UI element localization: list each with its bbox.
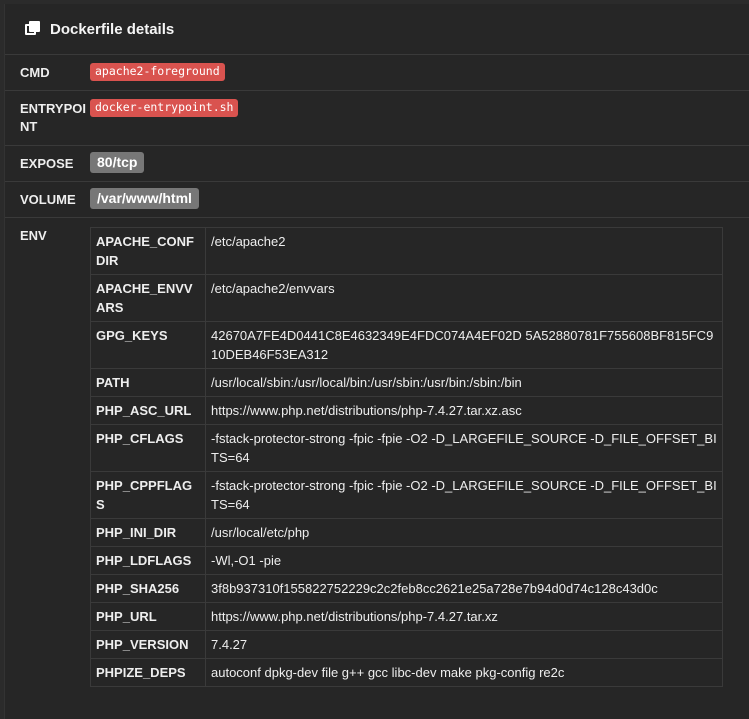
entrypoint-value: docker-entrypoint.sh	[90, 99, 239, 117]
env-row-item: PHP_ASC_URL https://www.php.net/distribut…	[90, 396, 723, 425]
env-row-item: PHP_VERSION 7.4.27	[90, 630, 723, 659]
env-var-value: -Wl,-O1 -pie	[205, 546, 723, 575]
env-row: ENV APACHE_CONFDIR/etc/apache2 APACHE_ENV…	[5, 218, 749, 687]
entrypoint-row: ENTRYPOINT docker-entrypoint.sh	[5, 91, 749, 146]
env-var-name: PHP_CPPFLAGS	[90, 471, 206, 519]
env-row-item: GPG_KEYS 42670A7FE4D0441C8E4632349E4FDC07…	[90, 321, 723, 369]
env-var-name: GPG_KEYS	[90, 321, 206, 369]
env-row-item: APACHE_CONFDIR/etc/apache2	[90, 227, 723, 275]
env-var-value: autoconf dpkg-dev file g++ gcc libc-dev …	[205, 658, 723, 687]
env-var-value: -fstack-protector-strong -fpic -fpie -O2…	[205, 471, 723, 519]
volume-label: VOLUME	[20, 192, 76, 207]
cmd-label: CMD	[20, 65, 50, 80]
env-var-value: /etc/apache2/envvars	[205, 274, 723, 322]
env-var-name: PHP_ASC_URL	[90, 396, 206, 425]
env-var-value: 3f8b937310f155822752229c2c2feb8cc2621e25…	[205, 574, 723, 603]
volume-value: /var/www/html	[90, 188, 199, 209]
env-var-value: https://www.php.net/distributions/php-7.…	[205, 602, 723, 631]
expose-value: 80/tcp	[90, 152, 145, 173]
env-row-item: PHP_LDFLAGS -Wl,-O1 -pie	[90, 546, 723, 575]
entrypoint-label: ENTRYPOINT	[20, 101, 86, 134]
env-var-name: PHP_URL	[90, 602, 206, 631]
env-var-value: /etc/apache2	[211, 234, 286, 249]
env-var-name: APACHE_CONFDIR	[90, 227, 206, 275]
env-var-name: PHP_SHA256	[90, 574, 206, 603]
cmd-value: apache2-foreground	[90, 63, 225, 81]
env-row-item: PHPIZE_DEPS autoconf dpkg-dev file g++ gc…	[90, 658, 723, 687]
expose-row: EXPOSE 80/tcp	[5, 146, 749, 182]
env-row-item: PATH/usr/local/sbin:/usr/local/bin:/usr/…	[90, 368, 723, 397]
env-row-item: PHP_CFLAGS -fstack-protector-strong -fpic…	[90, 424, 723, 472]
dockerfile-details-panel: Dockerfile details CMD apache2-foregroun…	[4, 4, 749, 719]
env-var-value: /usr/local/etc/php	[205, 518, 723, 547]
cmd-row: CMD apache2-foreground	[5, 55, 749, 91]
env-row-item: PHP_URL https://www.php.net/distributions…	[90, 602, 723, 631]
env-var-name: PHP_LDFLAGS	[90, 546, 206, 575]
expose-label: EXPOSE	[20, 156, 74, 171]
env-var-value: /usr/local/sbin:/usr/local/bin:/usr/sbin…	[205, 368, 723, 397]
copy-icon	[25, 21, 41, 37]
env-var-name: APACHE_ENVVARS	[90, 274, 206, 322]
env-var-value: https://www.php.net/distributions/php-7.…	[205, 396, 723, 425]
env-row-item: PHP_INI_DIR/usr/local/etc/php	[90, 518, 723, 547]
volume-row: VOLUME /var/www/html	[5, 182, 749, 218]
env-var-name: PHP_INI_DIR	[90, 518, 206, 547]
env-row-item: PHP_SHA256 3f8b937310f155822752229c2c2feb…	[90, 574, 723, 603]
panel-title: Dockerfile details	[50, 20, 175, 38]
panel-header: Dockerfile details	[5, 4, 749, 55]
env-var-name: PHPIZE_DEPS	[90, 658, 206, 687]
env-row-item: PHP_CPPFLAGS -fstack-protector-strong -fp…	[90, 471, 723, 519]
env-row-item: APACHE_ENVVARS/etc/apache2/envvars	[90, 274, 723, 322]
env-label: ENV	[20, 228, 47, 243]
env-var-value: 42670A7FE4D0441C8E4632349E4FDC074A4EF02D…	[205, 321, 723, 369]
env-var-name: PHP_VERSION	[90, 630, 206, 659]
env-var-value: -fstack-protector-strong -fpic -fpie -O2…	[205, 424, 723, 472]
env-var-name: PATH	[90, 368, 206, 397]
env-table: APACHE_CONFDIR/etc/apache2 APACHE_ENVVARS…	[90, 227, 723, 687]
env-var-name: PHP_CFLAGS	[90, 424, 206, 472]
env-var-value: 7.4.27	[205, 630, 723, 659]
